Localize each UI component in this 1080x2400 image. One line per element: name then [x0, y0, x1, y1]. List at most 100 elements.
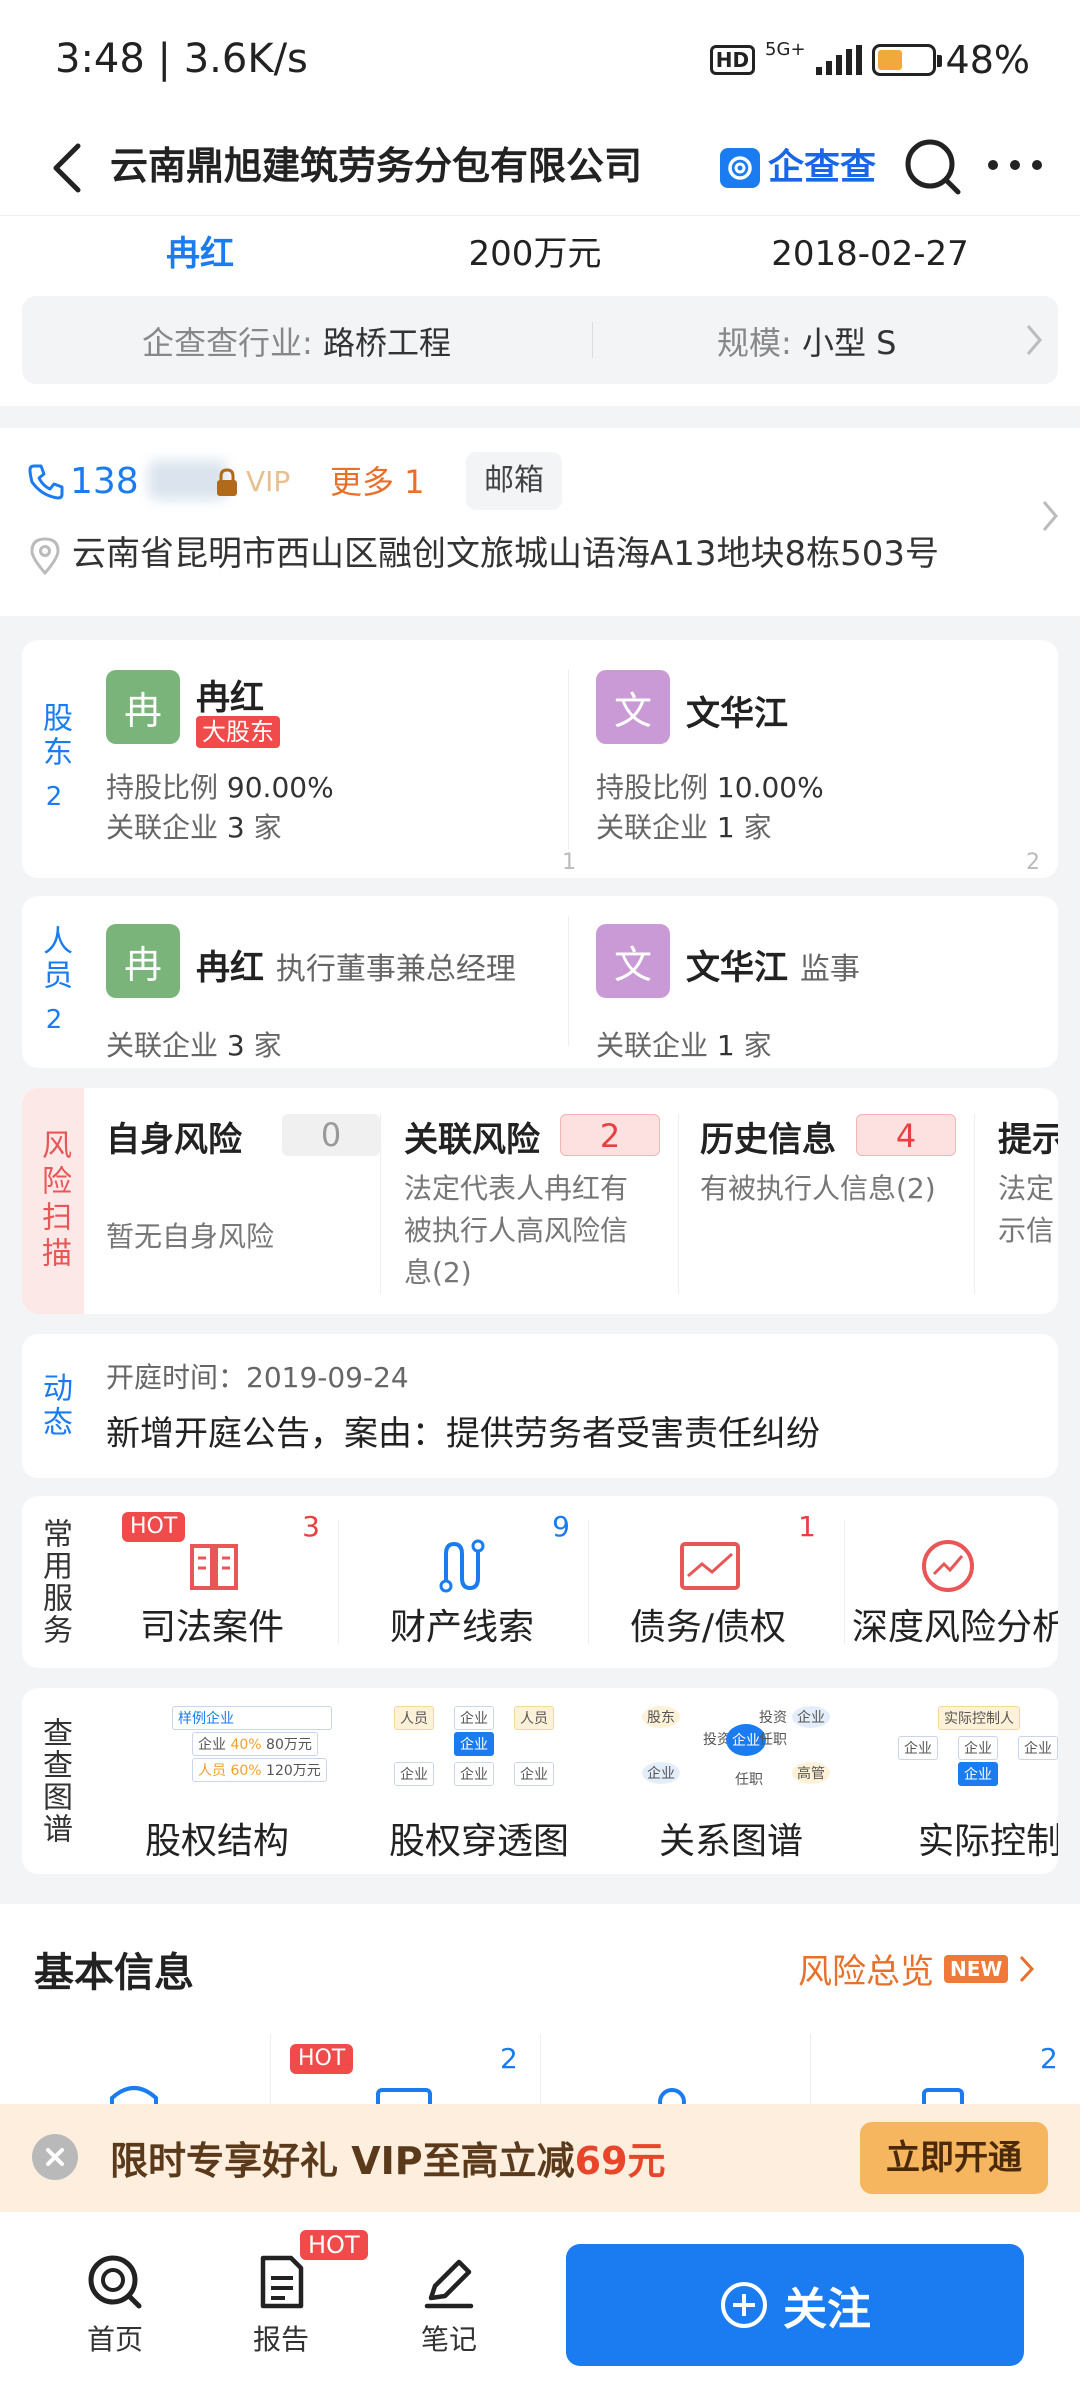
personnel-item[interactable]: 冉 冉红 执行董事兼总经理 关联企业 3 家: [106, 924, 566, 1062]
pen-icon: [424, 2259, 474, 2309]
mini-label: 人员 60% 120万元: [192, 1758, 327, 1782]
service-judicial-cases[interactable]: HOT 3 司法案件: [92, 1496, 332, 1666]
follow-label: 关注: [783, 2284, 871, 2335]
industry-info: 企查查行业: 路桥工程: [142, 324, 451, 362]
bottom-nav: 首页 HOT 报告 笔记 关注: [0, 2212, 1080, 2400]
qcc-brand[interactable]: 企查查: [720, 140, 876, 196]
divider: [974, 1114, 975, 1294]
mini-label: 企业: [454, 1762, 494, 1786]
associated-companies: 关联企业 1 家: [596, 1029, 772, 1062]
search-icon[interactable]: [900, 134, 964, 198]
follow-button[interactable]: 关注: [566, 2244, 1024, 2366]
home-icon: [88, 2255, 142, 2309]
legal-rep-link[interactable]: 冉红: [30, 224, 370, 284]
risk-overview-link[interactable]: 风险总览 NEW: [798, 1944, 1036, 1993]
risk-trend-icon: [922, 1540, 974, 1592]
personnel-title: 人员: [37, 925, 72, 993]
grid-count: 2: [1040, 2042, 1058, 2075]
risk-desc: 有被执行人信息(2): [700, 1172, 936, 1205]
shareholders-card: 股东 2 冉 冉红 大股东 持股比例 90.00% 关联企业 3 家 1 文 文…: [22, 640, 1058, 878]
service-property-clues[interactable]: 9 财产线索: [342, 1496, 582, 1666]
avatar: 冉: [106, 924, 180, 998]
service-label: 债务/债权: [629, 1607, 787, 1648]
mini-label: 任职: [759, 1732, 787, 1748]
graph-equity-structure[interactable]: 样例企业 企业 40% 80万元 人员 60% 120万元 股权结构: [92, 1688, 342, 1874]
associated-companies: 关联企业 3 家: [106, 1029, 282, 1062]
route-icon: [439, 1539, 485, 1593]
email-tag[interactable]: 邮箱: [466, 452, 562, 510]
tab-notes[interactable]: 笔记: [394, 2252, 504, 2358]
graph-relations[interactable]: 股东 投资 企业 投资 企业 企业 任职 高管 任职 关系图谱: [606, 1688, 856, 1874]
location-icon: [30, 537, 60, 576]
shareholder-item[interactable]: 冉 冉红 大股东 持股比例 90.00% 关联企业 3 家 1: [106, 670, 576, 875]
share-ratio: 持股比例 10.00%: [596, 771, 824, 804]
graph-actual-controller[interactable]: 实际控制人 企业 企业 企业 企业 实际控制人: [858, 1688, 1058, 1874]
industry-value: 路桥工程: [322, 324, 451, 362]
service-count: 3: [302, 1510, 320, 1543]
plus-circle-icon: [721, 2282, 767, 2328]
industry-row[interactable]: 企查查行业: 路桥工程 规模: 小型 S: [22, 296, 1058, 384]
mini-label: 企业: [454, 1706, 494, 1730]
basic-info-header: 基本信息 风险总览 NEW: [0, 1904, 1080, 2034]
mini-label: 企业: [898, 1736, 938, 1760]
risk-item-related[interactable]: 关联风险 2 法定代表人冉红有被执行人高风险信息(2): [404, 1088, 700, 1314]
risk-item-self[interactable]: 自身风险 0 暂无自身风险: [106, 1088, 402, 1314]
tab-report[interactable]: HOT 报告: [226, 2230, 368, 2358]
mini-label: 企业: [394, 1762, 434, 1786]
mini-label: 企业: [514, 1762, 554, 1786]
shareholder-name: 冉红: [196, 678, 264, 718]
associated-companies: 关联企业 1 家: [596, 811, 772, 844]
more-icon[interactable]: [985, 150, 1045, 180]
promo-text: 限时专享好礼 VIP至高立减69元: [110, 2139, 666, 2183]
basic-info-grid: HOT 2 2: [0, 2034, 1080, 2114]
share-ratio: 持股比例 90.00%: [106, 771, 334, 804]
news-time: 开庭时间：2019-09-24: [106, 1361, 409, 1394]
shareholders-label[interactable]: 股东 2: [22, 640, 86, 878]
chevron-right-icon: [1020, 1955, 1035, 1982]
risk-desc: 暂无自身风险: [106, 1220, 275, 1253]
close-icon[interactable]: [32, 2134, 78, 2180]
battery-level: 48%: [945, 38, 1030, 82]
personnel-label[interactable]: 人员 2: [22, 896, 86, 1068]
risk-item-hint[interactable]: 提示 法定示信: [998, 1088, 1058, 1314]
news-card[interactable]: 动态 开庭时间：2019-09-24 新增开庭公告，案由：提供劳务者受害责任纠纷: [22, 1334, 1058, 1478]
risk-item-history[interactable]: 历史信息 4 有被执行人信息(2): [700, 1088, 996, 1314]
mini-label: 人员: [394, 1706, 434, 1730]
nav-bar: 云南鼎旭建筑劳务分包有限公司 企查查: [0, 120, 1080, 216]
service-label: 司法案件: [139, 1607, 284, 1648]
risk-title: 自身风险: [106, 1120, 242, 1160]
shareholder-name: 文华江: [686, 694, 788, 734]
network-type: 5G+: [765, 39, 806, 60]
more-phones-link[interactable]: 更多 1: [330, 458, 425, 506]
services-title: 常用服务: [37, 1518, 72, 1646]
graph-label: 股权结构: [144, 1821, 289, 1862]
address: 云南省昆明市西山区融创文旅城山语海A13地块8栋503号: [72, 534, 940, 574]
service-debt-claims[interactable]: 1 债务/债权: [588, 1496, 828, 1666]
mini-label: 企业: [454, 1732, 494, 1756]
service-deep-risk[interactable]: 深度风险分析: [848, 1496, 1058, 1666]
graph-equity-penetration[interactable]: 人员 企业 人员 企业 企业 企业 企业 股权穿透图: [354, 1688, 604, 1874]
hot-badge: HOT: [300, 2230, 368, 2260]
mini-label: 企业: [958, 1762, 998, 1786]
activate-vip-button[interactable]: 立即开通: [860, 2122, 1048, 2194]
divider: [380, 1114, 381, 1294]
scale-info: 规模: 小型 S: [717, 324, 897, 362]
graph-label: 股权穿透图: [388, 1821, 569, 1862]
personnel-item[interactable]: 文 文华江 监事 关联企业 1 家: [596, 924, 1046, 1062]
avatar: 冉: [106, 670, 180, 744]
hot-badge: HOT: [290, 2044, 354, 2074]
back-icon[interactable]: [44, 138, 92, 198]
shareholder-item[interactable]: 文 文华江 持股比例 10.00% 关联企业 1 家 2: [596, 670, 1046, 875]
phone-number[interactable]: 138: [70, 458, 139, 506]
tab-home[interactable]: 首页: [60, 2252, 170, 2358]
person-name: 文华江 监事: [686, 948, 860, 988]
risk-scan-label[interactable]: 风险扫描: [22, 1088, 84, 1314]
mini-label: 企业 40% 80万元: [192, 1732, 318, 1756]
chart-image-icon: [680, 1542, 740, 1590]
service-label: 深度风险分析: [852, 1607, 1058, 1648]
grid-count: 2: [500, 2042, 518, 2075]
contact-section[interactable]: 138 VIP 更多 1 邮箱 云南省昆明市西山区融创文旅城山语海A13地块8栋…: [0, 428, 1080, 616]
mini-label: 企业: [1018, 1736, 1058, 1760]
hd-icon: HD: [709, 45, 756, 75]
status-icons: HD 5G+ 48%: [709, 38, 1030, 82]
